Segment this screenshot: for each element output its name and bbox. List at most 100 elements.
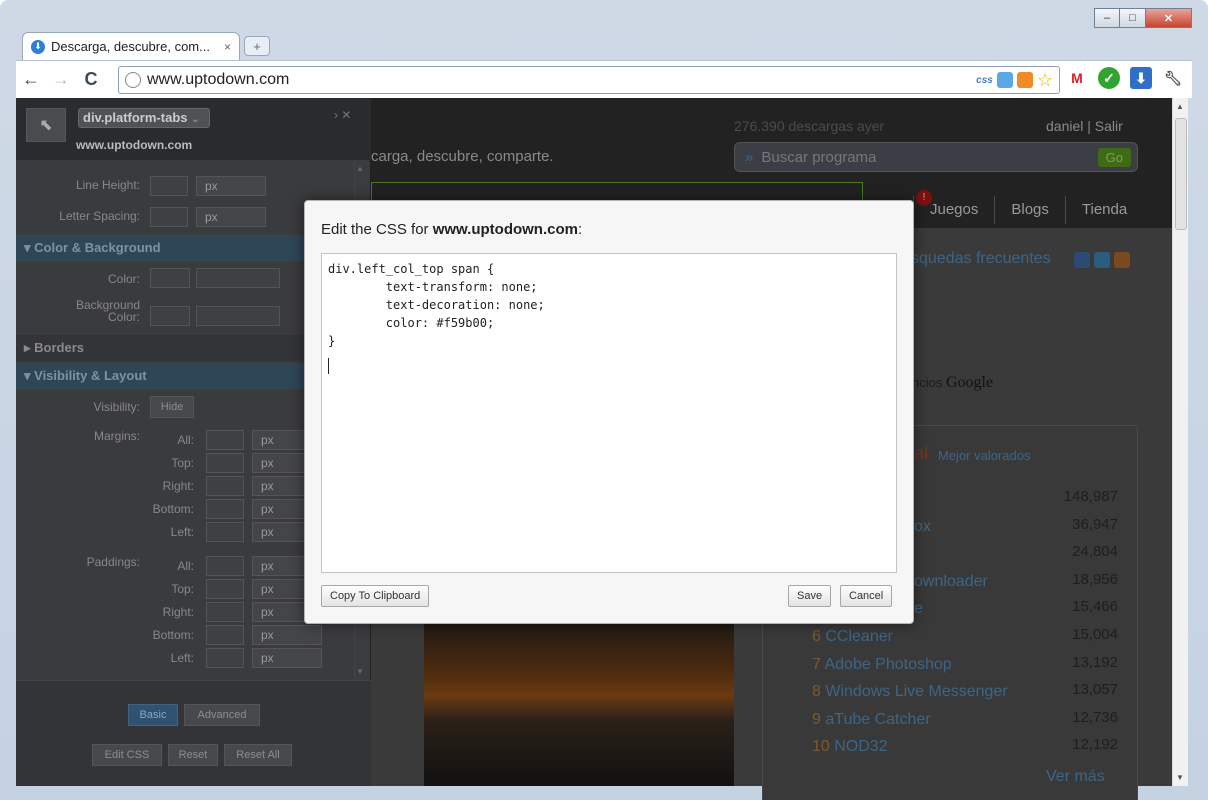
ranking-row[interactable]: ox <box>914 518 931 536</box>
side-value-input[interactable] <box>206 476 244 496</box>
ranking-downloads: 15,466 <box>1072 598 1118 616</box>
site-menu-blogs[interactable]: Blogs <box>994 196 1065 224</box>
ranking-position: 8 <box>812 683 821 701</box>
facebook-icon[interactable] <box>1074 252 1090 268</box>
page-scrollbar[interactable]: ▲ ▼ <box>1172 98 1188 786</box>
ranking-downloads: 24,804 <box>1072 543 1118 561</box>
css-editor-textarea[interactable]: div.left_col_top span { text-transform: … <box>321 253 897 573</box>
reset-button[interactable]: Reset <box>168 744 218 766</box>
browser-tab[interactable]: ⬇ Descarga, descubre, com... × <box>22 32 240 60</box>
window-controls: ‒ □ ✕ <box>1094 8 1192 28</box>
cancel-button[interactable]: Cancel <box>840 585 893 607</box>
ranking-app-name[interactable]: Adobe Photoshop <box>824 656 951 673</box>
ranking-row[interactable]: e <box>914 600 923 618</box>
ranking-app-name[interactable]: ownloader <box>914 573 988 590</box>
selector-dropdown[interactable]: div.platform-tabs ⌄ <box>78 108 210 128</box>
reset-all-button[interactable]: Reset All <box>224 744 292 766</box>
side-value-input[interactable] <box>206 522 244 542</box>
ranking-row[interactable]: 9 aTube Catcher <box>812 711 931 729</box>
ranking-row[interactable]: 6 CCleaner <box>812 628 893 646</box>
ranking-tab-top-rated[interactable]: Mejor valorados <box>938 448 1031 463</box>
background-color-input[interactable] <box>196 306 280 326</box>
twitter-icon[interactable] <box>1094 252 1110 268</box>
side-value-input[interactable] <box>206 648 244 668</box>
ranking-app-name[interactable]: e <box>914 600 923 617</box>
inspector-scroll-down-icon[interactable]: ▼ <box>356 667 364 676</box>
line-height-input[interactable] <box>150 176 188 196</box>
back-button[interactable]: ← <box>16 69 46 90</box>
side-value-input[interactable] <box>206 430 244 450</box>
line-height-unit-select[interactable]: px <box>196 176 266 196</box>
ranking-downloads: 36,947 <box>1072 515 1118 533</box>
gmail-icon[interactable]: M <box>1066 67 1088 89</box>
address-bar[interactable]: www.uptodown.com css ☆ <box>118 66 1060 94</box>
advanced-mode-button[interactable]: Advanced <box>184 704 260 726</box>
wrench-icon[interactable]: 🔧︎ <box>1162 67 1184 89</box>
ranking-position: 6 <box>812 628 821 645</box>
site-menu-store[interactable]: Tienda <box>1064 196 1143 224</box>
ranking-row[interactable]: 8 Windows Live Messenger <box>812 683 1008 701</box>
scroll-thumb[interactable] <box>1175 118 1187 230</box>
copy-to-clipboard-button[interactable]: Copy To Clipboard <box>321 585 430 607</box>
side-unit-select[interactable]: px <box>252 625 322 645</box>
download-icon[interactable]: ⬇ <box>1130 67 1152 89</box>
color-input[interactable] <box>196 268 280 288</box>
code-line: color: #f59b00; <box>328 316 495 330</box>
ranking-app-name[interactable]: CCleaner <box>825 628 893 645</box>
inspector-scroll-up-icon[interactable]: ▲ <box>356 164 364 173</box>
ranking-row[interactable]: 10 NOD32 <box>812 738 888 756</box>
frequent-searches-heading: squedas frecuentes <box>911 250 1051 267</box>
letter-spacing-unit-select[interactable]: px <box>196 207 266 227</box>
side-value-input[interactable] <box>206 556 244 576</box>
reload-button[interactable]: C <box>76 69 106 90</box>
side-value-input[interactable] <box>206 499 244 519</box>
css-extension-label[interactable]: css <box>976 75 993 86</box>
twitter-icon[interactable] <box>996 72 1013 88</box>
side-label: Left: <box>170 651 194 665</box>
see-more-link[interactable]: Ver más <box>1046 768 1105 786</box>
ranking-row[interactable]: ownloader <box>914 573 988 591</box>
basic-mode-button[interactable]: Basic <box>128 704 178 726</box>
rss-icon[interactable] <box>1016 72 1033 88</box>
scroll-down-icon[interactable]: ▼ <box>1176 773 1184 782</box>
edit-css-dialog: Edit the CSS for www.uptodown.com: div.l… <box>304 200 914 624</box>
side-value-input[interactable] <box>206 453 244 473</box>
side-label: Top: <box>171 456 194 470</box>
downloads-stat: 276.390 descargas ayer <box>734 118 885 134</box>
tab-close-icon[interactable]: × <box>224 40 231 54</box>
ranking-position: 7 <box>812 655 821 673</box>
ranking-downloads: 13,057 <box>1072 681 1118 699</box>
color-swatch[interactable] <box>150 268 190 288</box>
ranking-app-name[interactable]: Windows Live Messenger <box>825 683 1007 700</box>
ranking-app-name[interactable]: aTube Catcher <box>825 711 930 728</box>
maximize-button[interactable]: □ <box>1120 8 1146 28</box>
side-value-input[interactable] <box>206 579 244 599</box>
minimize-button[interactable]: ‒ <box>1094 8 1120 28</box>
browser-toolbar: ← → C www.uptodown.com css ☆ M ✓ ⬇ 🔧︎ <box>16 60 1192 98</box>
side-value-input[interactable] <box>206 625 244 645</box>
site-search-field[interactable]: » Buscar programa Go <box>734 142 1138 172</box>
ranking-app-name[interactable]: ox <box>914 518 931 535</box>
element-picker-icon[interactable]: ⬉ <box>26 108 66 142</box>
hide-button[interactable]: Hide <box>150 396 194 418</box>
ranking-heading: al <box>914 443 929 463</box>
forward-button[interactable]: → <box>46 69 76 90</box>
site-search-go-button[interactable]: Go <box>1097 147 1131 167</box>
ranking-app-name[interactable]: NOD32 <box>834 738 887 755</box>
edit-css-button[interactable]: Edit CSS <box>92 744 162 766</box>
close-window-button[interactable]: ✕ <box>1146 8 1192 28</box>
bookmark-star-icon[interactable]: ☆ <box>1037 70 1053 91</box>
dialog-title: Edit the CSS for www.uptodown.com: <box>321 221 583 238</box>
user-links[interactable]: daniel | Salir <box>1046 118 1123 134</box>
save-button[interactable]: Save <box>788 585 832 607</box>
inspector-window-controls[interactable]: › ✕ <box>334 108 351 122</box>
background-color-swatch[interactable] <box>150 306 190 326</box>
scroll-up-icon[interactable]: ▲ <box>1176 102 1184 111</box>
side-value-input[interactable] <box>206 602 244 622</box>
thumbs-up-icon[interactable]: ✓ <box>1098 67 1120 89</box>
rss-icon[interactable] <box>1114 252 1130 268</box>
new-tab-button[interactable]: + <box>244 36 270 56</box>
letter-spacing-input[interactable] <box>150 207 188 227</box>
side-unit-select[interactable]: px <box>252 648 322 668</box>
ranking-row[interactable]: 7 Adobe Photoshop <box>812 656 952 674</box>
